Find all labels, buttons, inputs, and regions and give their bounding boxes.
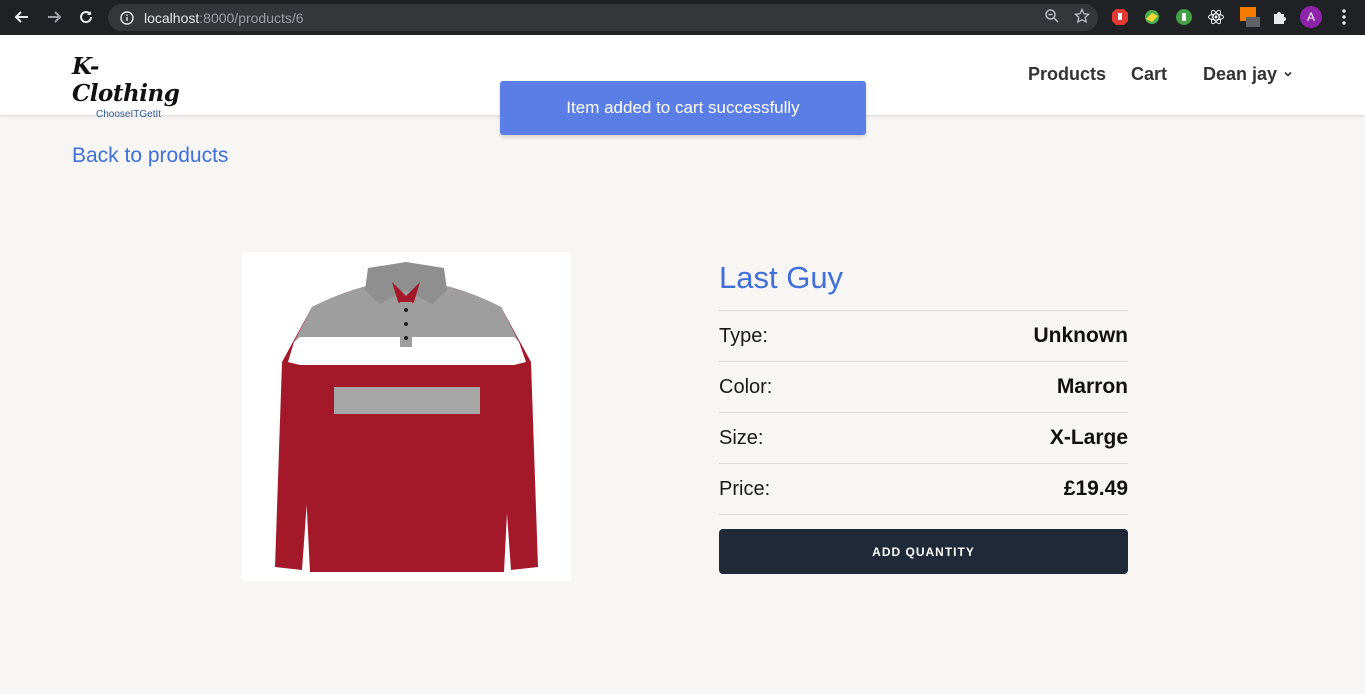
detail-value: Marron (1056, 375, 1128, 398)
user-menu[interactable]: Dean jay (1203, 64, 1293, 85)
reload-icon[interactable] (70, 1, 102, 33)
adblock-extension-icon[interactable] (1110, 7, 1130, 27)
divider (719, 514, 1128, 515)
extension-icon[interactable] (1142, 7, 1162, 27)
detail-label: Color: (719, 375, 773, 398)
react-devtools-icon[interactable] (1206, 7, 1226, 27)
back-arrow-icon[interactable] (6, 1, 38, 33)
zoom-icon[interactable] (1044, 8, 1060, 29)
puzzle-icon[interactable] (1270, 7, 1290, 27)
logo-tagline: ChooseITGetIt (96, 109, 162, 120)
avatar[interactable]: A (1300, 6, 1322, 28)
url-text: localhost:8000/products/6 (144, 9, 304, 26)
logo-text: K-Clothing (72, 53, 180, 107)
detail-row-color: Color: Marron (719, 361, 1128, 412)
back-to-products-link[interactable]: Back to products (72, 144, 228, 168)
detail-value: Unknown (1033, 324, 1129, 347)
address-bar[interactable]: localhost:8000/products/6 (108, 4, 1098, 31)
detail-value: £19.49 (1063, 477, 1128, 500)
star-icon[interactable] (1073, 7, 1091, 29)
product-details: Last Guy Type: Unknown Color: Marron Siz… (719, 256, 1128, 574)
product-image (242, 252, 571, 581)
toast-notification: Item added to cart successfully (500, 81, 866, 135)
chevron-down-icon (1283, 66, 1293, 84)
info-icon[interactable] (118, 9, 136, 27)
detail-row-type: Type: Unknown (719, 310, 1128, 361)
toast-message: Item added to cart successfully (566, 98, 800, 117)
detail-label: Price: (719, 477, 771, 500)
extension-icon[interactable] (1174, 7, 1194, 27)
kebab-menu-icon[interactable] (1334, 7, 1354, 27)
logo[interactable]: K-Clothing ChooseITGetIt (72, 53, 192, 120)
product-title: Last Guy (719, 260, 844, 295)
detail-value: X-Large (1049, 426, 1128, 449)
extension-off-icon[interactable] (1240, 7, 1260, 27)
browser-toolbar: localhost:8000/products/6 A (0, 0, 1365, 35)
detail-label: Type: (719, 324, 768, 347)
nav-products[interactable]: Products (1028, 64, 1106, 85)
nav-cart[interactable]: Cart (1131, 64, 1167, 85)
detail-label: Size: (719, 426, 764, 449)
add-quantity-button[interactable]: ADD QUANTITY (719, 529, 1128, 574)
user-name: Dean jay (1203, 64, 1278, 84)
forward-arrow-icon[interactable] (38, 1, 70, 33)
detail-row-price: Price: £19.49 (719, 463, 1128, 514)
detail-row-size: Size: X-Large (719, 412, 1128, 463)
